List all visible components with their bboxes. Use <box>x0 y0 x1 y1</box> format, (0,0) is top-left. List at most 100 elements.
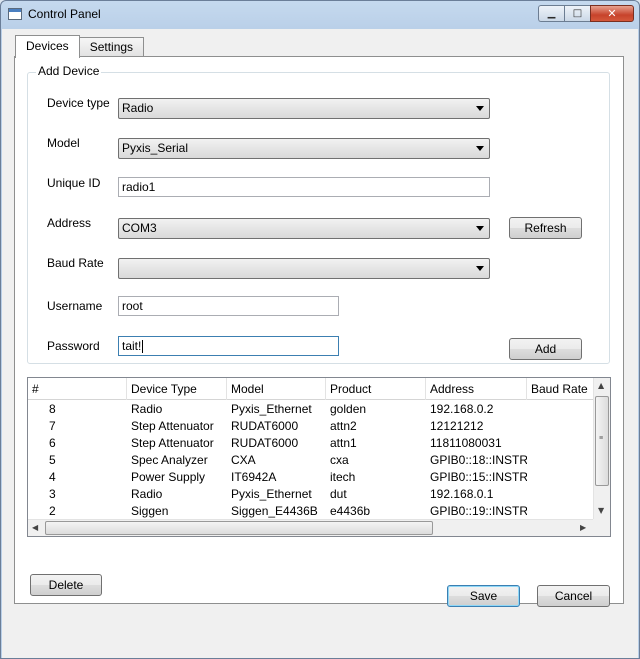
device-type-label: Device type <box>47 96 110 110</box>
username-value: root <box>122 299 143 313</box>
password-input[interactable]: tait! <box>118 336 339 356</box>
unique-id-value: radio1 <box>122 180 156 194</box>
table-cell <box>527 401 594 418</box>
table-cell <box>527 469 594 486</box>
table-cell: 5 <box>49 453 56 467</box>
tab-devices[interactable]: Devices <box>15 35 80 58</box>
window-app-icon <box>8 8 22 20</box>
add-device-group: Add Device Device type Radio Model Pyxis… <box>27 64 610 364</box>
grip-icon: ≡ <box>599 435 604 442</box>
baud-rate-combo[interactable] <box>118 258 490 279</box>
column-header-model[interactable]: Model <box>227 378 326 400</box>
table-cell: 2 <box>49 504 56 518</box>
table-cell <box>527 486 594 503</box>
title-bar[interactable]: Control Panel ▁ □ ✕ <box>1 1 639 29</box>
minimize-button[interactable]: ▁ <box>538 5 564 22</box>
table-row[interactable]: 4 Power Supply IT6942A itech GPIB0::15::INST… <box>28 469 594 486</box>
table-cell: Siggen_E4436B <box>231 504 318 518</box>
devices-tab-pane: Add Device Device type Radio Model Pyxis… <box>14 56 624 604</box>
table-cell: attn2 <box>330 419 357 433</box>
scroll-left-icon[interactable]: ◀ <box>32 523 38 532</box>
address-value: COM3 <box>122 221 157 235</box>
table-cell: CXA <box>231 453 256 467</box>
table-row[interactable]: 6 Step Attenuator RUDAT6000 attn1 1181108003… <box>28 435 594 452</box>
table-cell: GPIB0::19::INSTR <box>430 504 527 518</box>
cancel-button[interactable]: Cancel <box>537 585 610 607</box>
chevron-down-icon <box>476 226 484 231</box>
tab-bar: Devices Settings <box>15 35 145 58</box>
table-cell: 11811080031 <box>430 436 502 450</box>
add-button[interactable]: Add <box>509 338 582 360</box>
username-input[interactable]: root <box>118 296 339 316</box>
table-cell: RUDAT6000 <box>231 419 299 433</box>
chevron-down-icon <box>476 146 484 151</box>
table-cell: 192.168.0.2 <box>430 402 494 416</box>
table-cell: attn1 <box>330 436 357 450</box>
password-label: Password <box>47 339 100 353</box>
table-cell: GPIB0::18::INSTR <box>430 453 527 467</box>
table-cell: Radio <box>131 402 163 416</box>
horizontal-scrollbar[interactable]: ◀ ▶ <box>28 519 594 536</box>
table-cell: Spec Analyzer <box>131 453 208 467</box>
scroll-up-icon[interactable]: ▲ <box>598 381 604 390</box>
scrollbar-corner <box>593 519 610 536</box>
table-cell: 6 <box>49 436 56 450</box>
column-header-number[interactable]: # <box>28 378 127 400</box>
table-cell: Step Attenuator <box>131 419 214 433</box>
delete-button[interactable]: Delete <box>30 574 102 596</box>
model-label: Model <box>47 136 80 150</box>
devices-table[interactable]: # Device Type Model Product Address Baud… <box>27 377 611 537</box>
device-type-value: Radio <box>122 101 154 115</box>
table-body: 8 Radio Pyxis_Ethernet golden 192.168.0.2 7 St… <box>28 401 594 520</box>
minimize-icon: ▁ <box>547 8 556 19</box>
refresh-button[interactable]: Refresh <box>509 217 582 239</box>
address-label: Address <box>47 216 92 230</box>
table-cell: Power Supply <box>131 470 206 484</box>
model-combo[interactable]: Pyxis_Serial <box>118 138 490 159</box>
table-row[interactable]: 5 Spec Analyzer CXA cxa GPIB0::18::INSTR <box>28 452 594 469</box>
table-row[interactable]: 2 Siggen Siggen_E4436B e4436b GPIB0::19::INS… <box>28 503 594 520</box>
tab-settings[interactable]: Settings <box>78 37 145 57</box>
table-cell: dut <box>330 487 347 501</box>
table-cell: RUDAT6000 <box>231 436 299 450</box>
table-header: # Device Type Model Product Address Baud… <box>28 378 594 400</box>
column-header-baud-rate[interactable]: Baud Rate <box>527 378 594 400</box>
table-cell: Radio <box>131 487 163 501</box>
table-cell: Siggen <box>131 504 169 518</box>
table-cell <box>527 435 594 452</box>
control-panel-window: Control Panel ▁ □ ✕ Devices Settings Add… <box>0 0 640 659</box>
scroll-right-icon[interactable]: ▶ <box>580 523 586 532</box>
table-cell: e4436b <box>330 504 371 518</box>
column-header-address[interactable]: Address <box>426 378 527 400</box>
save-button[interactable]: Save <box>447 585 520 607</box>
table-cell: Pyxis_Ethernet <box>231 487 312 501</box>
table-cell: cxa <box>330 453 349 467</box>
table-cell: 7 <box>49 419 56 433</box>
table-cell: GPIB0::15::INSTR <box>430 470 527 484</box>
baud-rate-label: Baud Rate <box>47 256 104 270</box>
maximize-button[interactable]: □ <box>564 5 590 22</box>
table-cell <box>527 503 594 520</box>
vertical-scrollbar[interactable]: ▲ ≡ ▼ <box>593 378 610 519</box>
caption-buttons: ▁ □ ✕ <box>538 5 634 23</box>
unique-id-input[interactable]: radio1 <box>118 177 490 197</box>
close-icon: ✕ <box>607 7 617 20</box>
horizontal-scroll-thumb[interactable] <box>45 521 433 535</box>
device-type-combo[interactable]: Radio <box>118 98 490 119</box>
table-cell: golden <box>330 402 367 416</box>
scroll-down-icon[interactable]: ▼ <box>598 506 604 515</box>
username-label: Username <box>47 299 103 313</box>
close-button[interactable]: ✕ <box>590 5 634 22</box>
client-area: Devices Settings Add Device Device type … <box>2 29 638 658</box>
column-header-device-type[interactable]: Device Type <box>127 378 227 400</box>
model-value: Pyxis_Serial <box>122 141 189 155</box>
window-title: Control Panel <box>28 7 101 21</box>
table-row[interactable]: 3 Radio Pyxis_Ethernet dut 192.168.0.1 <box>28 486 594 503</box>
vertical-scroll-thumb[interactable]: ≡ <box>595 396 609 486</box>
table-row[interactable]: 8 Radio Pyxis_Ethernet golden 192.168.0.2 <box>28 401 594 418</box>
table-row[interactable]: 7 Step Attenuator RUDAT6000 attn2 12121212 <box>28 418 594 435</box>
address-combo[interactable]: COM3 <box>118 218 490 239</box>
table-cell: 192.168.0.1 <box>430 487 494 501</box>
table-cell: itech <box>330 470 356 484</box>
column-header-product[interactable]: Product <box>326 378 426 400</box>
